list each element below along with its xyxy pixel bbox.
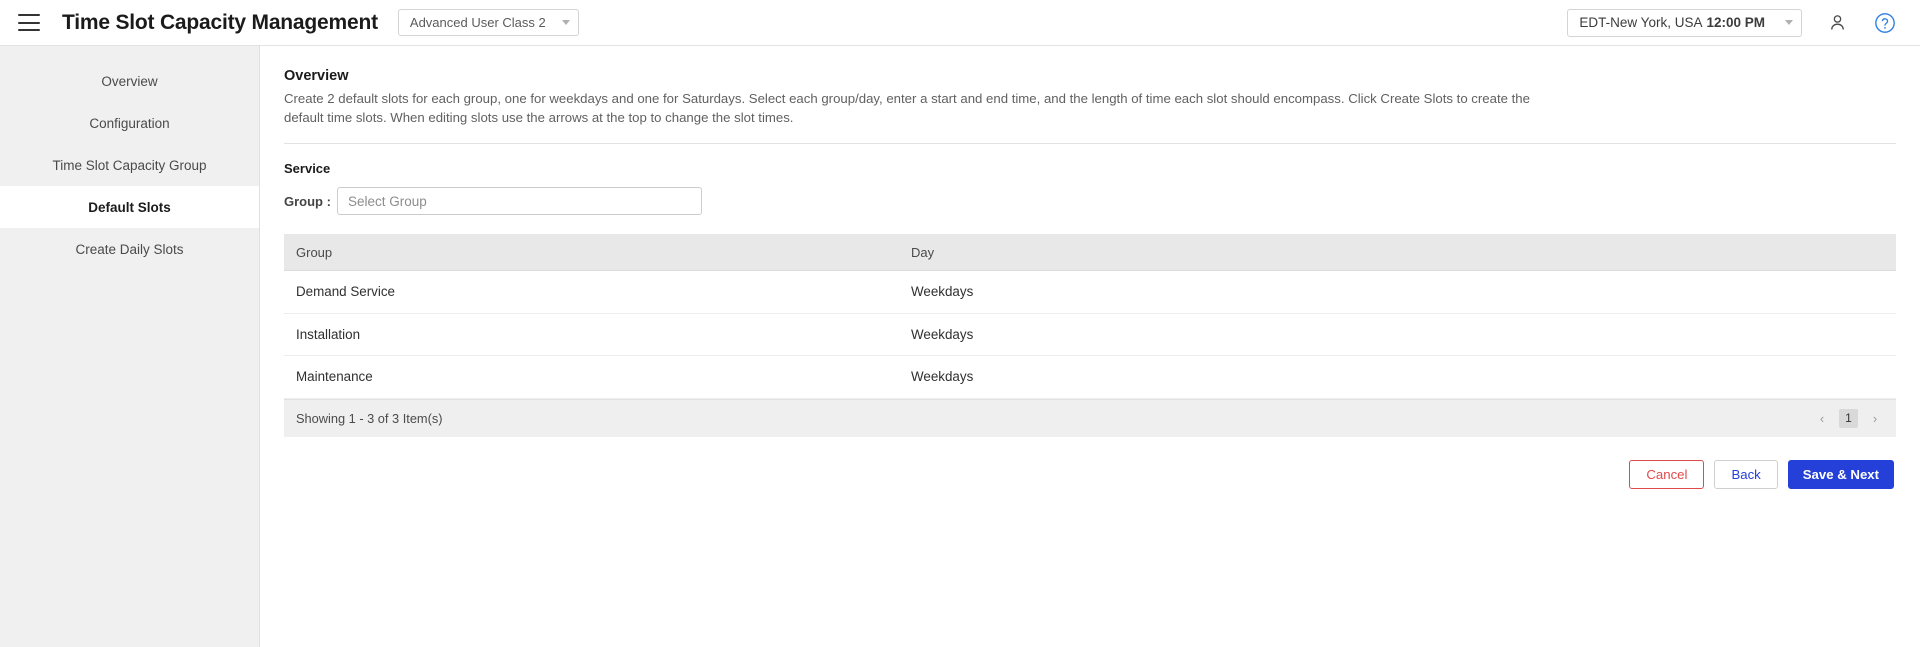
cell-day: Weekdays <box>911 284 974 300</box>
person-icon[interactable] <box>1824 10 1850 36</box>
cell-group: Maintenance <box>296 369 373 385</box>
page-body: Overview Configuration Time Slot Capacit… <box>0 46 1920 647</box>
back-button[interactable]: Back <box>1714 459 1778 489</box>
user-class-select[interactable]: Advanced User Class 2 <box>397 9 579 36</box>
table-row[interactable]: Demand Service Weekdays <box>284 271 1896 314</box>
pagination-prev-icon[interactable]: ‹ <box>1815 411 1829 426</box>
section-divider <box>284 143 1896 144</box>
user-class-value: Advanced User Class 2 <box>409 15 546 30</box>
pagination: ‹ 1 › <box>1815 408 1882 428</box>
question-mark-circle-icon[interactable] <box>1872 10 1898 36</box>
sidebar-item-time-slot-capacity-group[interactable]: Time Slot Capacity Group <box>0 144 259 186</box>
top-bar-right-group: EDT-New York, USA 12:00 PM <box>1567 8 1898 37</box>
group-select-input[interactable] <box>337 187 702 215</box>
hamburger-menu-icon[interactable] <box>18 14 40 31</box>
cell-group: Installation <box>296 326 361 342</box>
save-next-button[interactable]: Save & Next <box>1787 459 1894 489</box>
table-row[interactable]: Installation Weekdays <box>284 314 1896 356</box>
sidebar-item-overview[interactable]: Overview <box>0 60 259 102</box>
table-body[interactable]: Demand Service Weekdays Installation Wee… <box>284 271 1896 399</box>
group-field-row: Group : <box>284 187 1896 215</box>
sidebar-item-default-slots[interactable]: Default Slots <box>0 186 259 228</box>
section-description: Create 2 default slots for each group, o… <box>284 91 1530 125</box>
action-buttons: Cancel Back Save & Next <box>284 459 1896 489</box>
sidebar-item-configuration[interactable]: Configuration <box>0 102 259 144</box>
table-row[interactable]: Maintenance Weekdays <box>284 356 1896 399</box>
chevron-down-icon <box>561 20 570 25</box>
top-bar: Time Slot Capacity Management Advanced U… <box>0 0 1920 46</box>
cell-day: Weekdays <box>911 369 974 385</box>
table-header-row: Group Day <box>284 234 1896 271</box>
service-label: Service <box>284 161 331 176</box>
sidebar: Overview Configuration Time Slot Capacit… <box>0 46 260 647</box>
groups-table: Group Day Demand Service Weekdays Instal… <box>284 234 1896 437</box>
group-label: Group : <box>284 193 331 209</box>
chevron-down-icon <box>1785 20 1793 25</box>
main-content: Overview Create 2 default slots for each… <box>260 46 1920 647</box>
pagination-page-1[interactable]: 1 <box>1839 408 1858 428</box>
cell-day: Weekdays <box>911 326 974 342</box>
section-heading: Overview <box>284 68 349 84</box>
cancel-button[interactable]: Cancel <box>1629 459 1705 489</box>
timezone-time: 12:00 PM <box>1706 15 1765 30</box>
timezone-select[interactable]: EDT-New York, USA 12:00 PM <box>1567 8 1802 37</box>
cell-group: Demand Service <box>296 284 395 300</box>
pagination-next-icon[interactable]: › <box>1868 411 1882 426</box>
page-title: Time Slot Capacity Management <box>62 10 378 34</box>
showing-items-text: Showing 1 - 3 of 3 Item(s) <box>296 410 443 426</box>
column-header-group: Group <box>296 244 333 260</box>
timezone-label: EDT-New York, USA <box>1579 15 1703 30</box>
table-footer: Showing 1 - 3 of 3 Item(s) ‹ 1 › <box>284 398 1896 437</box>
column-header-day: Day <box>911 244 935 260</box>
sidebar-item-create-daily-slots[interactable]: Create Daily Slots <box>0 228 259 270</box>
